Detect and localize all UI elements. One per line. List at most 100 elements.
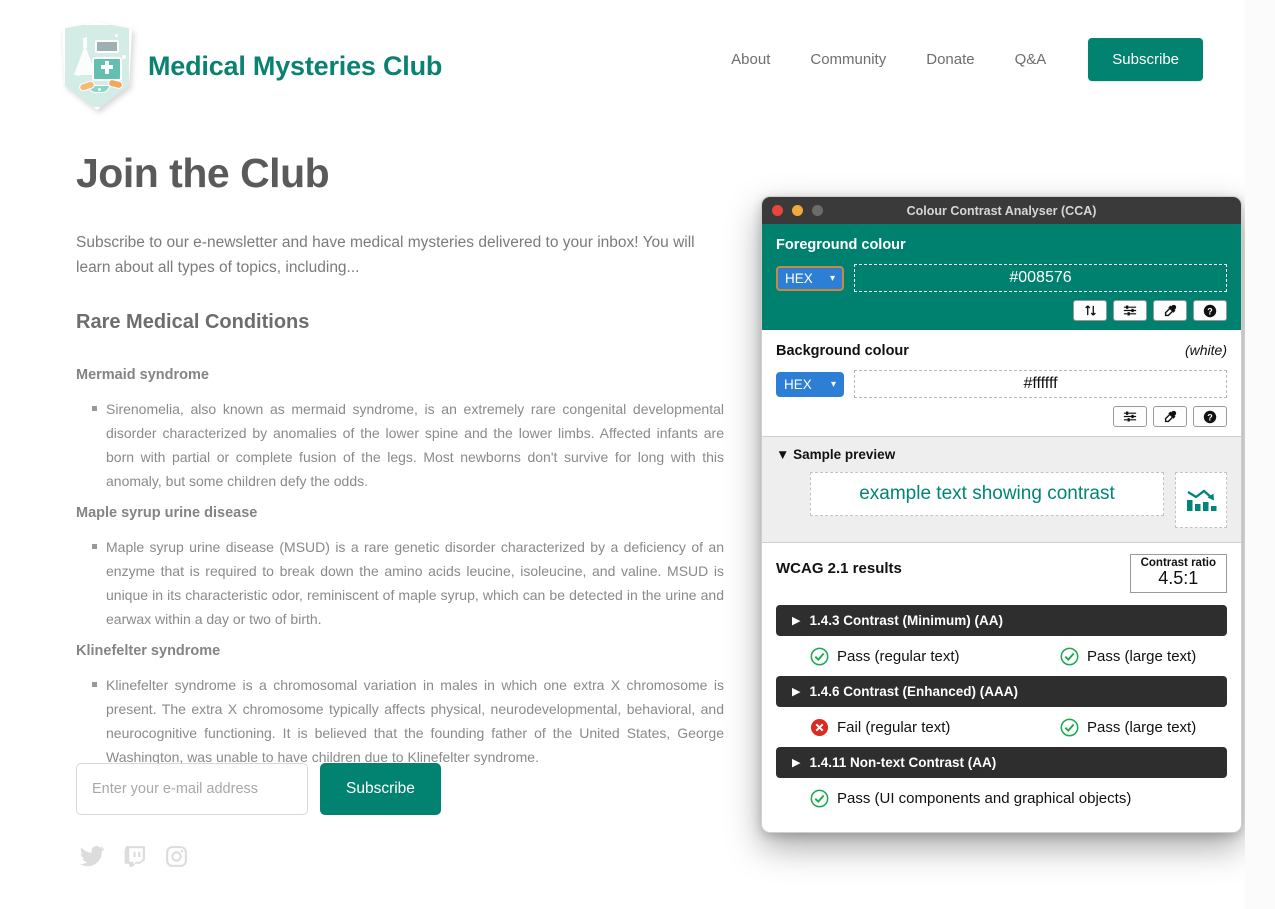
foreground-colour-label: Foreground colour [776, 237, 906, 253]
cca-window-title: Colour Contrast Analyser (CCA) [906, 203, 1097, 218]
svg-text:?: ? [1207, 412, 1213, 422]
sample-graphic-preview [1175, 472, 1227, 528]
web-page: Medical Mysteries Club About Community D… [0, 0, 1245, 909]
nav-item-community[interactable]: Community [790, 51, 906, 68]
sample-preview-label: Sample preview [793, 447, 896, 462]
list-item: Klinefelter syndrome is a chromosomal va… [92, 673, 724, 769]
sample-text-preview: example text showing contrast [810, 472, 1164, 516]
background-colour-label: Background colour [776, 343, 909, 359]
eyedropper-icon[interactable] [1153, 300, 1187, 321]
swap-colours-icon[interactable] [1073, 300, 1107, 321]
result-item: Fail (regular text) [810, 718, 1060, 737]
criterion-label: 1.4.11 Non-text Contrast (AA) [809, 754, 997, 770]
criterion-1.4.3-toggle[interactable]: ▶ 1.4.3 Contrast (Minimum) (AA) [776, 604, 1227, 636]
twitter-icon[interactable] [76, 840, 108, 872]
result-text: Fail (regular text) [837, 718, 951, 736]
triangle-down-icon: ▼ [776, 447, 790, 462]
result-text: Pass (UI components and graphical object… [837, 789, 1132, 807]
criterion-1.4.11-results: Pass (UI components and graphical object… [776, 785, 1227, 818]
condition-block: Mermaid syndrome Sirenomelia, also known… [76, 367, 724, 493]
result-text: Pass (large text) [1087, 647, 1197, 665]
list-item: Maple syrup urine disease (MSUD) is a ra… [92, 535, 724, 631]
nav-item-donate[interactable]: Donate [906, 51, 994, 68]
pass-icon [810, 789, 829, 808]
foreground-colour-panel: Foreground colour HEX ▾ #008576 ? [762, 224, 1241, 330]
criterion-label: 1.4.6 Contrast (Enhanced) (AAA) [809, 683, 1018, 699]
chevron-down-icon: ▾ [829, 272, 835, 284]
article-main: Join the Club Subscribe to our e-newslet… [76, 150, 724, 781]
fail-icon [810, 718, 829, 736]
sliders-icon[interactable] [1113, 406, 1147, 427]
main-nav: About Community Donate Q&A Subscribe [711, 38, 1203, 81]
page-title: Join the Club [76, 150, 330, 196]
sliders-icon[interactable] [1113, 300, 1147, 321]
condition-title: Maple syrup urine disease [76, 504, 258, 521]
newsletter-signup-form: Subscribe [76, 763, 441, 815]
criterion-1.4.3-results: Pass (regular text) Pass (large text) [776, 643, 1227, 676]
result-text: Pass (large text) [1087, 718, 1197, 736]
bar-chart-declining-icon [1187, 489, 1217, 511]
result-text: Pass (regular text) [837, 647, 960, 665]
triangle-right-icon: ▶ [792, 756, 801, 769]
sample-preview-panel: ▼ Sample preview example text showing co… [762, 437, 1241, 543]
eyedropper-icon[interactable] [1153, 406, 1187, 427]
minimise-window-icon[interactable] [792, 205, 803, 216]
window-controls [772, 205, 823, 216]
nav-item-qa[interactable]: Q&A [995, 51, 1067, 68]
wcag-results-panel: WCAG 2.1 results Contrast ratio 4.5:1 ▶ … [762, 543, 1241, 832]
foreground-colour-input[interactable]: #008576 [854, 264, 1227, 292]
foreground-colour-value: #008576 [1009, 269, 1072, 286]
background-tool-row: ? [776, 406, 1227, 427]
background-format-select[interactable]: HEX ▾ [776, 371, 844, 397]
sample-preview-disclosure[interactable]: ▼ Sample preview [776, 447, 1227, 462]
twitch-icon[interactable] [118, 840, 150, 872]
result-item: Pass (large text) [1060, 718, 1196, 737]
brand[interactable]: Medical Mysteries Club [62, 22, 442, 110]
pass-icon [1060, 647, 1079, 666]
nav-item-about[interactable]: About [711, 51, 790, 68]
foreground-format-value: HEX [785, 270, 813, 286]
close-window-icon[interactable] [772, 205, 783, 216]
brand-title: Medical Mysteries Club [148, 50, 443, 81]
triangle-right-icon: ▶ [792, 614, 801, 627]
pass-icon [1060, 718, 1079, 737]
criterion-1.4.11-toggle[interactable]: ▶ 1.4.11 Non-text Contrast (AA) [776, 746, 1227, 778]
instagram-icon[interactable] [160, 840, 192, 872]
condition-list: Maple syrup urine disease (MSUD) is a ra… [76, 535, 724, 631]
triangle-right-icon: ▶ [792, 685, 801, 698]
contrast-ratio-value: 4.5:1 [1158, 568, 1199, 588]
help-icon[interactable]: ? [1193, 300, 1227, 321]
background-colour-value: #ffffff [1023, 375, 1058, 392]
section-heading: Rare Medical Conditions [76, 310, 310, 333]
page-gutter [1245, 0, 1275, 909]
social-links [76, 840, 192, 872]
help-icon[interactable]: ? [1193, 406, 1227, 427]
condition-list: Klinefelter syndrome is a chromosomal va… [76, 673, 724, 769]
foreground-format-select[interactable]: HEX ▾ [776, 265, 844, 291]
list-item: Sirenomelia, also known as mermaid syndr… [92, 397, 724, 493]
nav-subscribe-button[interactable]: Subscribe [1088, 38, 1203, 81]
site-header: Medical Mysteries Club About Community D… [0, 0, 1245, 124]
criterion-label: 1.4.3 Contrast (Minimum) (AA) [809, 612, 1003, 628]
contrast-ratio-badge: Contrast ratio 4.5:1 [1129, 554, 1227, 593]
sample-text: example text showing contrast [859, 483, 1115, 504]
background-colour-name: (white) [1184, 342, 1227, 358]
intro-paragraph: Subscribe to our e-newsletter and have m… [76, 234, 695, 277]
chevron-down-icon: ▾ [830, 378, 836, 390]
wcag-results-title: WCAG 2.1 results [776, 560, 902, 577]
svg-text:?: ? [1207, 306, 1213, 316]
condition-block: Klinefelter syndrome Klinefelter syndrom… [76, 643, 724, 769]
background-colour-panel: Background colour (white) HEX ▾ #ffffff [762, 330, 1241, 437]
zoom-window-icon[interactable] [812, 205, 823, 216]
result-item: Pass (regular text) [810, 647, 1060, 666]
background-format-value: HEX [784, 376, 812, 392]
email-field[interactable] [76, 763, 308, 815]
criterion-1.4.6-toggle[interactable]: ▶ 1.4.6 Contrast (Enhanced) (AAA) [776, 675, 1227, 707]
subscribe-button[interactable]: Subscribe [320, 763, 441, 815]
background-colour-input[interactable]: #ffffff [854, 370, 1227, 398]
result-item: Pass (large text) [1060, 647, 1196, 666]
foreground-tool-row: ? [776, 300, 1227, 321]
cca-titlebar[interactable]: Colour Contrast Analyser (CCA) [762, 197, 1241, 224]
colour-contrast-analyser-window: Colour Contrast Analyser (CCA) Foregroun… [761, 196, 1242, 833]
result-item: Pass (UI components and graphical object… [810, 789, 1131, 808]
